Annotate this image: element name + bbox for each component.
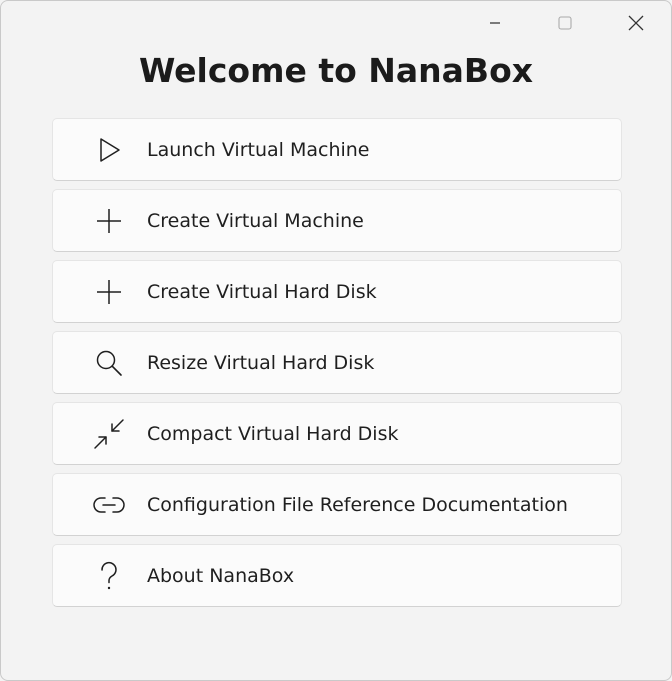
create-virtual-hard-disk-button[interactable]: Create Virtual Hard Disk (52, 260, 622, 323)
close-button[interactable] (601, 1, 671, 45)
minimize-icon (489, 17, 501, 29)
create-virtual-hard-disk-label: Create Virtual Hard Disk (147, 280, 377, 303)
resize-virtual-hard-disk-label: Resize Virtual Hard Disk (147, 351, 375, 374)
link-icon (93, 489, 125, 521)
configuration-file-reference-documentation-label: Configuration File Reference Documentati… (147, 493, 568, 516)
compact-arrows-icon (93, 418, 125, 450)
plus-icon (93, 205, 125, 237)
create-virtual-machine-button[interactable]: Create Virtual Machine (52, 189, 622, 252)
nanabox-window: Welcome to NanaBox Launch Virtual Machin… (0, 0, 672, 681)
launch-virtual-machine-button[interactable]: Launch Virtual Machine (52, 118, 622, 181)
create-virtual-machine-label: Create Virtual Machine (147, 209, 364, 232)
action-list: Launch Virtual Machine Create Virtual Ma… (52, 118, 622, 615)
page-title: Welcome to NanaBox (138, 51, 534, 90)
compact-virtual-hard-disk-button[interactable]: Compact Virtual Hard Disk (52, 402, 622, 465)
close-icon (628, 15, 644, 31)
question-mark-icon (93, 560, 125, 592)
about-nanabox-label: About NanaBox (147, 564, 295, 587)
configuration-file-reference-documentation-button[interactable]: Configuration File Reference Documentati… (52, 473, 622, 536)
play-icon (93, 134, 125, 166)
about-nanabox-button[interactable]: About NanaBox (52, 544, 622, 607)
resize-virtual-hard-disk-button[interactable]: Resize Virtual Hard Disk (52, 331, 622, 394)
plus-icon (93, 276, 125, 308)
maximize-icon (558, 16, 572, 30)
compact-virtual-hard-disk-label: Compact Virtual Hard Disk (147, 422, 399, 445)
search-icon (93, 347, 125, 379)
minimize-button[interactable] (460, 1, 530, 45)
maximize-button[interactable] (530, 1, 600, 45)
launch-virtual-machine-label: Launch Virtual Machine (147, 138, 370, 161)
